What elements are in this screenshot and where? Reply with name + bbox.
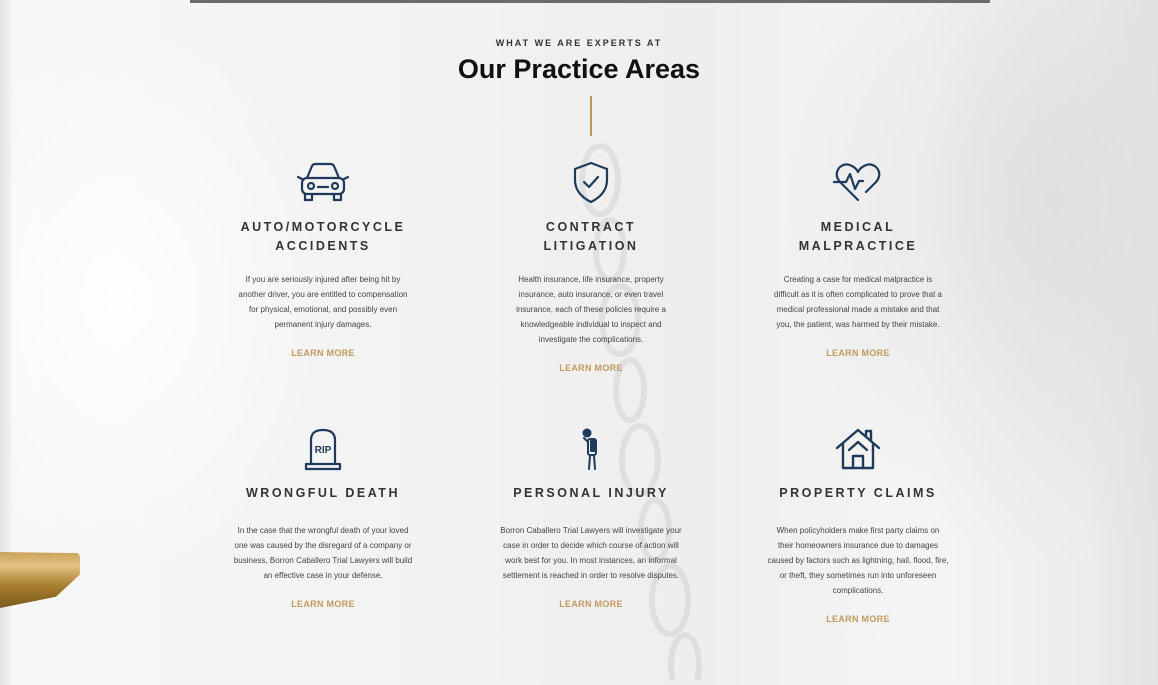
title-divider xyxy=(590,96,592,136)
desc-line: If you are seriously injured after being… xyxy=(245,275,401,284)
card-title-line2: MALPRACTICE xyxy=(798,239,918,253)
desc-line: knowledgeable individual to inspect and xyxy=(520,320,662,329)
learn-more-link-personal-injury[interactable]: LEARN MORE xyxy=(559,599,623,609)
section-header: WHAT WE ARE EXPERTS AT Our Practice Area… xyxy=(0,38,1158,85)
practice-card-property: PROPERTY CLAIMS When policyholders make … xyxy=(733,426,983,627)
desc-line: an effective case in your defense. xyxy=(263,571,383,580)
card-title-line1: MEDICAL xyxy=(820,220,896,234)
desc-line: case in order to decide which course of … xyxy=(503,541,679,550)
heartbeat-icon xyxy=(832,163,881,202)
tombstone-text: RIP xyxy=(315,445,332,456)
desc-line: work best for you. In most instances, an… xyxy=(505,556,677,565)
card-title-line2: LITIGATION xyxy=(543,239,639,253)
practice-card-medical: MEDICAL MALPRACTICE Creating a case for … xyxy=(733,160,983,361)
card-description: When policyholders make first party clai… xyxy=(733,523,983,598)
desc-line: permanent injury damages. xyxy=(274,320,372,329)
desc-line: their homeowners insurance due to damage… xyxy=(777,541,939,550)
card-description: Creating a case for medical malpractice … xyxy=(733,272,983,332)
desc-line: Borron Caballero Trial Lawyers will inve… xyxy=(500,526,682,535)
desc-line: investigate the complications. xyxy=(538,335,644,344)
learn-more-link-wrongful-death[interactable]: LEARN MORE xyxy=(291,599,355,609)
card-description: If you are seriously injured after being… xyxy=(198,272,448,332)
desc-line: medical professional made a mistake and … xyxy=(776,305,940,314)
learn-more-link-property[interactable]: LEARN MORE xyxy=(826,614,890,624)
desc-line: another driver, you are entitled to comp… xyxy=(238,290,408,299)
desc-line: When policyholders make first party clai… xyxy=(776,526,940,535)
tombstone-icon: RIP xyxy=(304,428,342,471)
card-title-line1: WRONGFUL DEATH xyxy=(246,486,400,500)
desc-line: settlement is reached in order to resolv… xyxy=(502,571,680,580)
injured-person-icon xyxy=(582,428,597,470)
shield-check-icon xyxy=(573,161,609,204)
learn-more-link-auto[interactable]: LEARN MORE xyxy=(291,348,355,358)
section-eyebrow: WHAT WE ARE EXPERTS AT xyxy=(495,38,663,48)
desc-line: In the case that the wrongful death of y… xyxy=(237,526,409,535)
learn-more-link-medical[interactable]: LEARN MORE xyxy=(826,348,890,358)
desc-line: complications. xyxy=(832,586,884,595)
card-title-line1: PROPERTY CLAIMS xyxy=(779,486,937,500)
learn-more-link-contract[interactable]: LEARN MORE xyxy=(559,363,623,373)
desc-line: caused by factors such as lightning, hai… xyxy=(767,556,949,565)
desc-line: insurance, auto insurance, or even trave… xyxy=(518,290,664,299)
desc-line: or theft, they sometimes run into unfore… xyxy=(779,571,937,580)
desc-line: one was caused by the disregard of a com… xyxy=(234,541,412,550)
top-banner-edge xyxy=(190,0,990,3)
card-description: Borron Caballero Trial Lawyers will inve… xyxy=(466,523,716,583)
practice-card-personal-injury: PERSONAL INJURY Borron Caballero Trial L… xyxy=(466,426,716,612)
desc-line: Creating a case for medical malpractice … xyxy=(783,275,933,284)
practice-card-contract: CONTRACT LITIGATION Health insurance, li… xyxy=(466,160,716,376)
desc-line: difficult as it is often complicated to … xyxy=(774,290,942,299)
desc-line: for physical, emotional, and possibly ev… xyxy=(248,305,398,314)
house-icon xyxy=(835,428,881,470)
desc-line: business, Borron Caballero Trial Lawyers… xyxy=(233,556,413,565)
practice-card-wrongful-death: RIP WRONGFUL DEATH In the case that the … xyxy=(198,426,448,612)
right-edge-shadow xyxy=(1088,0,1158,685)
card-title-line1: AUTO/MOTORCYCLE xyxy=(240,220,406,234)
section-title: Our Practice Areas xyxy=(457,54,701,84)
desc-line: you, the patient, was harmed by their mi… xyxy=(776,320,940,329)
car-icon xyxy=(296,162,350,202)
practice-card-auto: AUTO/MOTORCYCLE ACCIDENTS If you are ser… xyxy=(198,160,448,361)
card-description: Health insurance, life insurance, proper… xyxy=(466,272,716,347)
card-title-line1: CONTRACT xyxy=(545,220,637,234)
desc-line: insurance, each of these policies requir… xyxy=(516,305,666,314)
card-description: In the case that the wrongful death of y… xyxy=(198,523,448,583)
card-title-line1: PERSONAL INJURY xyxy=(513,486,669,500)
desc-line: Health insurance, life insurance, proper… xyxy=(518,275,664,284)
card-title-line2: ACCIDENTS xyxy=(275,239,371,253)
